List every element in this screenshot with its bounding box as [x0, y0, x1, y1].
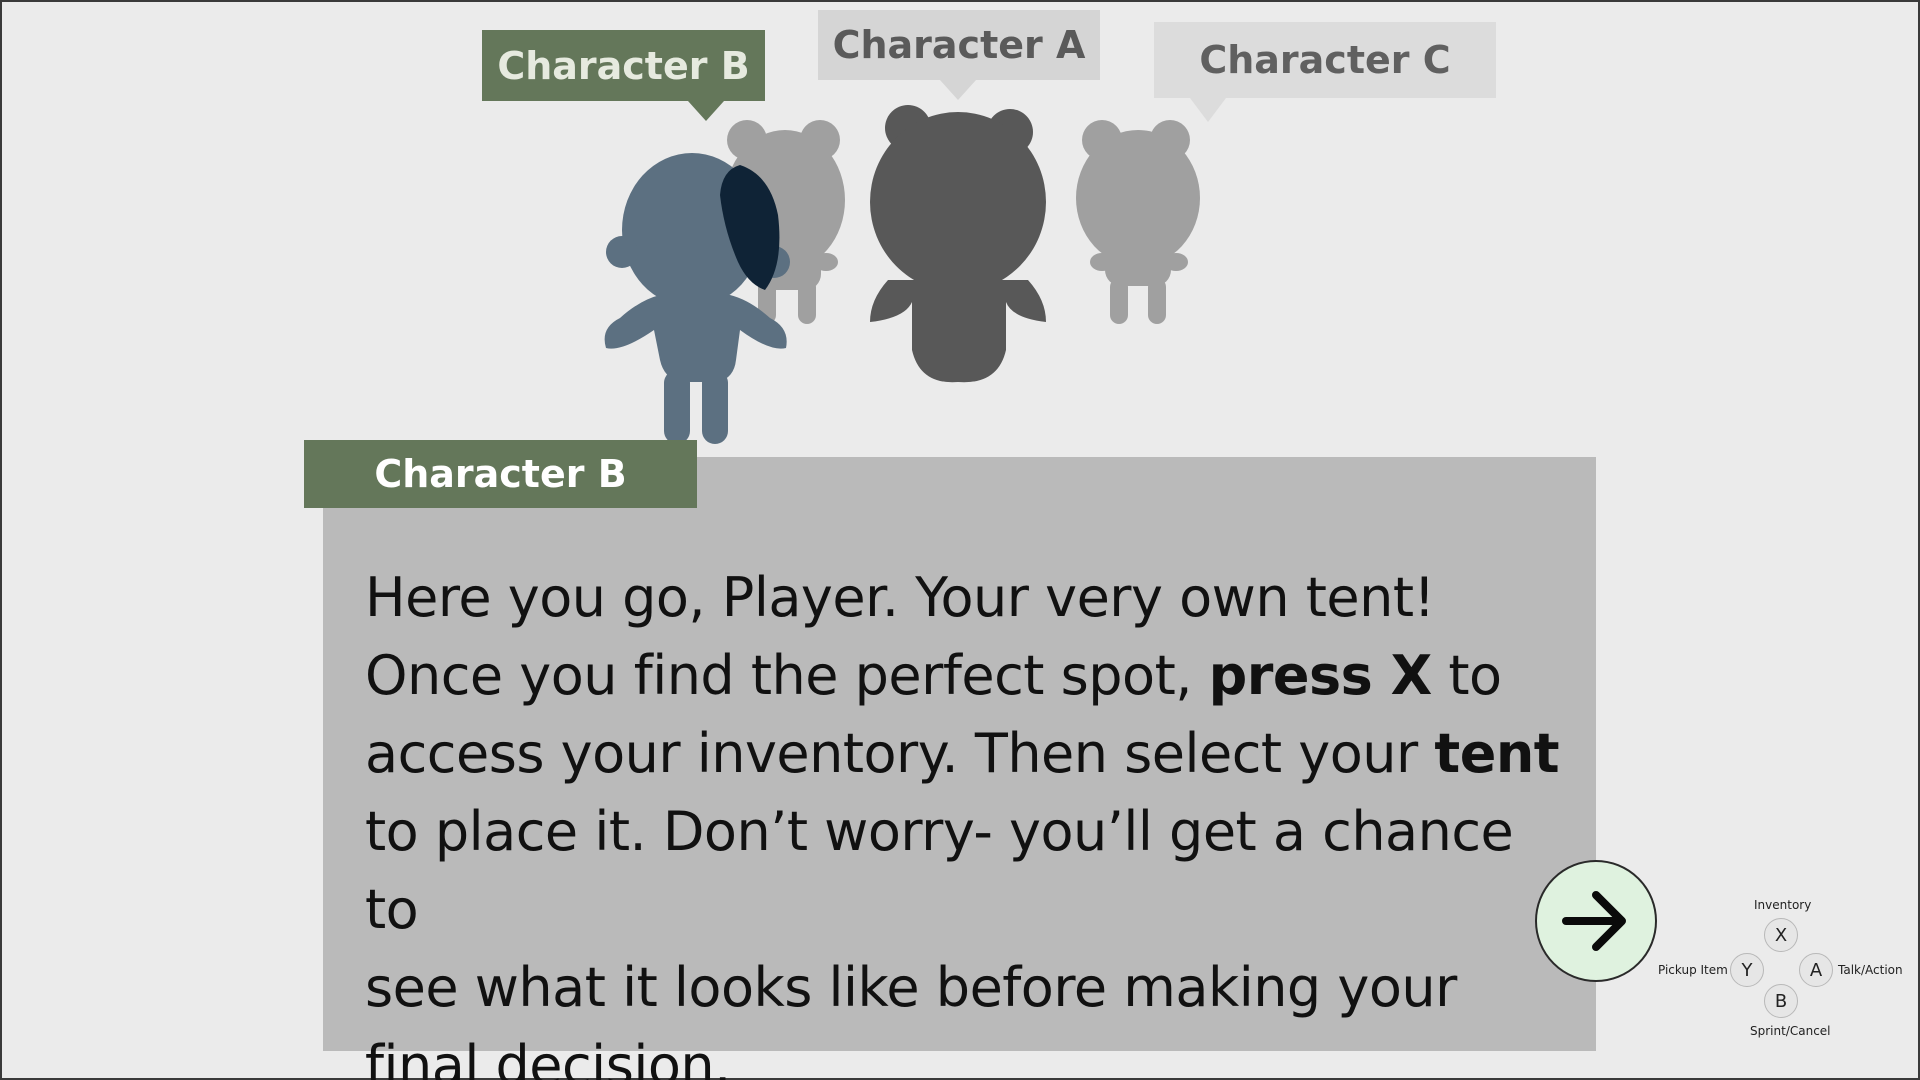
dialog-text-span: to place it. Don’t worry- you’ll get a c… [365, 800, 1514, 941]
y-button-icon: Y [1730, 953, 1764, 987]
dialog-emphasis-press-x: press X [1208, 644, 1433, 707]
control-label-talk: Talk/Action [1838, 963, 1903, 977]
speaker-nameplate: Character B [304, 440, 697, 508]
control-label-sprint: Sprint/Cancel [1750, 1024, 1831, 1038]
dialog-text-span: to [1431, 644, 1502, 707]
dialog-line: Here you go, Player. Your very own tent! [365, 559, 1565, 637]
speech-tag-character-c: Character C [1154, 22, 1496, 122]
control-label-pickup: Pickup Item [1658, 963, 1728, 977]
next-dialog-button[interactable] [1535, 860, 1657, 982]
speech-tag-character-a: Character A [818, 10, 1100, 100]
dialog-line: access your inventory. Then select your … [365, 715, 1565, 793]
dialog-text-span: see what it looks like before making you… [365, 956, 1457, 1019]
control-label-inventory: Inventory [1754, 898, 1812, 912]
speech-tag-tail [940, 80, 976, 100]
b-button-icon: B [1764, 984, 1798, 1018]
speech-tag-character-b: Character B [482, 30, 765, 121]
x-button-icon: X [1764, 918, 1798, 952]
speech-tag-tail [688, 101, 724, 121]
arrow-right-icon [1562, 891, 1626, 951]
dialog-line: Once you find the perfect spot, press X … [365, 637, 1565, 715]
dialog-text: Here you go, Player. Your very own tent!… [365, 559, 1565, 1080]
dialog-line: final decision. [365, 1027, 1565, 1080]
speech-tag-character-a-label: Character A [832, 23, 1086, 67]
dialog-box: Here you go, Player. Your very own tent!… [323, 457, 1596, 1080]
dialog-emphasis-tent: tent [1434, 722, 1560, 785]
dialog-text-span: Once you find the perfect spot, [365, 644, 1209, 707]
dialog-text-span: final decision. [365, 1034, 731, 1080]
dialog-text-span: access your inventory. Then select your [365, 722, 1435, 785]
controller-hints: Inventory X Pickup Item Y A Talk/Action … [1640, 890, 1920, 1040]
speaker-name: Character B [374, 452, 627, 496]
dialog-line: to place it. Don’t worry- you’ll get a c… [365, 793, 1565, 949]
speech-tag-tail [1190, 98, 1226, 122]
speech-tag-character-c-label: Character C [1199, 38, 1451, 82]
dialog-text-span: Here you go, Player. Your very own tent! [365, 566, 1435, 629]
speech-tag-character-b-label: Character B [497, 43, 750, 88]
dialog-line: see what it looks like before making you… [365, 949, 1565, 1027]
a-button-icon: A [1799, 953, 1833, 987]
